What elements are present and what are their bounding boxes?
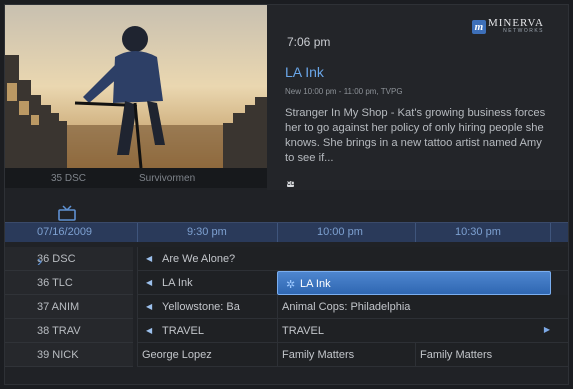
chevron-right-icon: ›	[37, 253, 43, 270]
tv-icon[interactable]	[58, 205, 76, 221]
guide-header: 07/16/2009 9:30 pm 10:00 pm 10:30 pm	[5, 222, 568, 242]
program-label: TRAVEL	[162, 325, 204, 337]
star-icon: ✲	[286, 279, 296, 291]
program-label: Family Matters	[282, 349, 355, 361]
minerva-logo: m MINERVA NETWORKS	[471, 17, 544, 35]
program-cell[interactable]: George Lopez	[137, 343, 277, 367]
current-time: 7:06 pm	[287, 35, 331, 49]
program-title: LA Ink	[285, 64, 324, 80]
preview-image	[5, 5, 267, 168]
program-cell[interactable]: TRAVEL ▶	[277, 319, 568, 343]
guide-row: 36 DSC › ◀ Are We Alone?	[5, 247, 568, 271]
channel-label: 39 NICK	[37, 349, 79, 361]
guide-date: 07/16/2009	[37, 226, 93, 238]
channel-cell[interactable]: 39 NICK	[5, 343, 133, 367]
channel-cell[interactable]: 36 TLC	[5, 271, 133, 295]
program-label: LA Ink	[162, 277, 193, 289]
program-info-panel: m MINERVA NETWORKS 7:06 pm LA Ink New 10…	[267, 5, 568, 190]
program-label: George Lopez	[142, 349, 212, 361]
arrow-left-icon: ◀	[146, 302, 153, 311]
channel-label: 38 TRAV	[37, 325, 81, 337]
arrow-right-icon: ▶	[543, 325, 550, 334]
program-meta: New 10:00 pm - 11:00 pm, TVPG	[285, 87, 403, 96]
program-cell[interactable]: ◀ LA Ink	[137, 271, 277, 295]
program-cell[interactable]: Family Matters	[277, 343, 415, 367]
program-description: Stranger In My Shop - Kat's growing busi…	[285, 107, 546, 164]
preview-caption: 35 DSC Survivormen	[5, 168, 267, 188]
guide-row: 39 NICK George Lopez Family Matters Fami…	[5, 343, 568, 367]
guide-row: 36 TLC ◀ LA Ink ✲ LA Ink	[5, 271, 568, 295]
channel-cell[interactable]: 38 TRAV	[5, 319, 133, 343]
arrow-left-icon: ◀	[146, 326, 153, 335]
preview-show: Survivormen	[139, 173, 196, 184]
time-slot-3: 10:30 pm	[455, 226, 501, 238]
program-label: LA Ink	[300, 278, 331, 290]
time-slot-2: 10:00 pm	[317, 226, 363, 238]
video-preview[interactable]	[5, 5, 267, 168]
closed-caption-icon: CC	[287, 181, 295, 187]
program-label: Yellowstone: Ba	[162, 301, 240, 313]
logo-mark: m	[471, 20, 486, 34]
guide-row: 37 ANIM ◀ Yellowstone: Ba Animal Cops: P…	[5, 295, 568, 319]
program-cell-selected[interactable]: ✲ LA Ink	[277, 271, 551, 295]
channel-cell[interactable]: 36 DSC ›	[5, 247, 133, 271]
program-label: Family Matters	[420, 349, 493, 361]
program-cell[interactable]: ◀ Are We Alone?	[137, 247, 568, 271]
program-label: TRAVEL	[282, 325, 324, 337]
program-label: Are We Alone?	[162, 253, 236, 265]
program-cell[interactable]: Family Matters	[415, 343, 568, 367]
guide-screen: 35 DSC Survivormen m MINERVA NETWORKS 7:…	[4, 4, 569, 385]
program-cell[interactable]: ◀ Yellowstone: Ba	[137, 295, 277, 319]
preview-channel: 35 DSC	[51, 173, 87, 184]
channel-label: 36 TLC	[37, 277, 73, 289]
program-cell[interactable]: Animal Cops: Philadelphia	[277, 295, 568, 319]
channel-cell[interactable]: 37 ANIM	[5, 295, 133, 319]
arrow-left-icon: ◀	[146, 278, 153, 287]
channel-label: 36 DSC	[37, 253, 76, 265]
program-label: Animal Cops: Philadelphia	[282, 301, 411, 313]
guide-row: 38 TRAV ◀ TRAVEL TRAVEL ▶	[5, 319, 568, 343]
logo-name: MINERVA	[487, 17, 544, 29]
channel-label: 37 ANIM	[37, 301, 80, 313]
time-slot-1: 9:30 pm	[187, 226, 227, 238]
program-cell[interactable]: ◀ TRAVEL	[137, 319, 277, 343]
arrow-left-icon: ◀	[146, 254, 153, 263]
